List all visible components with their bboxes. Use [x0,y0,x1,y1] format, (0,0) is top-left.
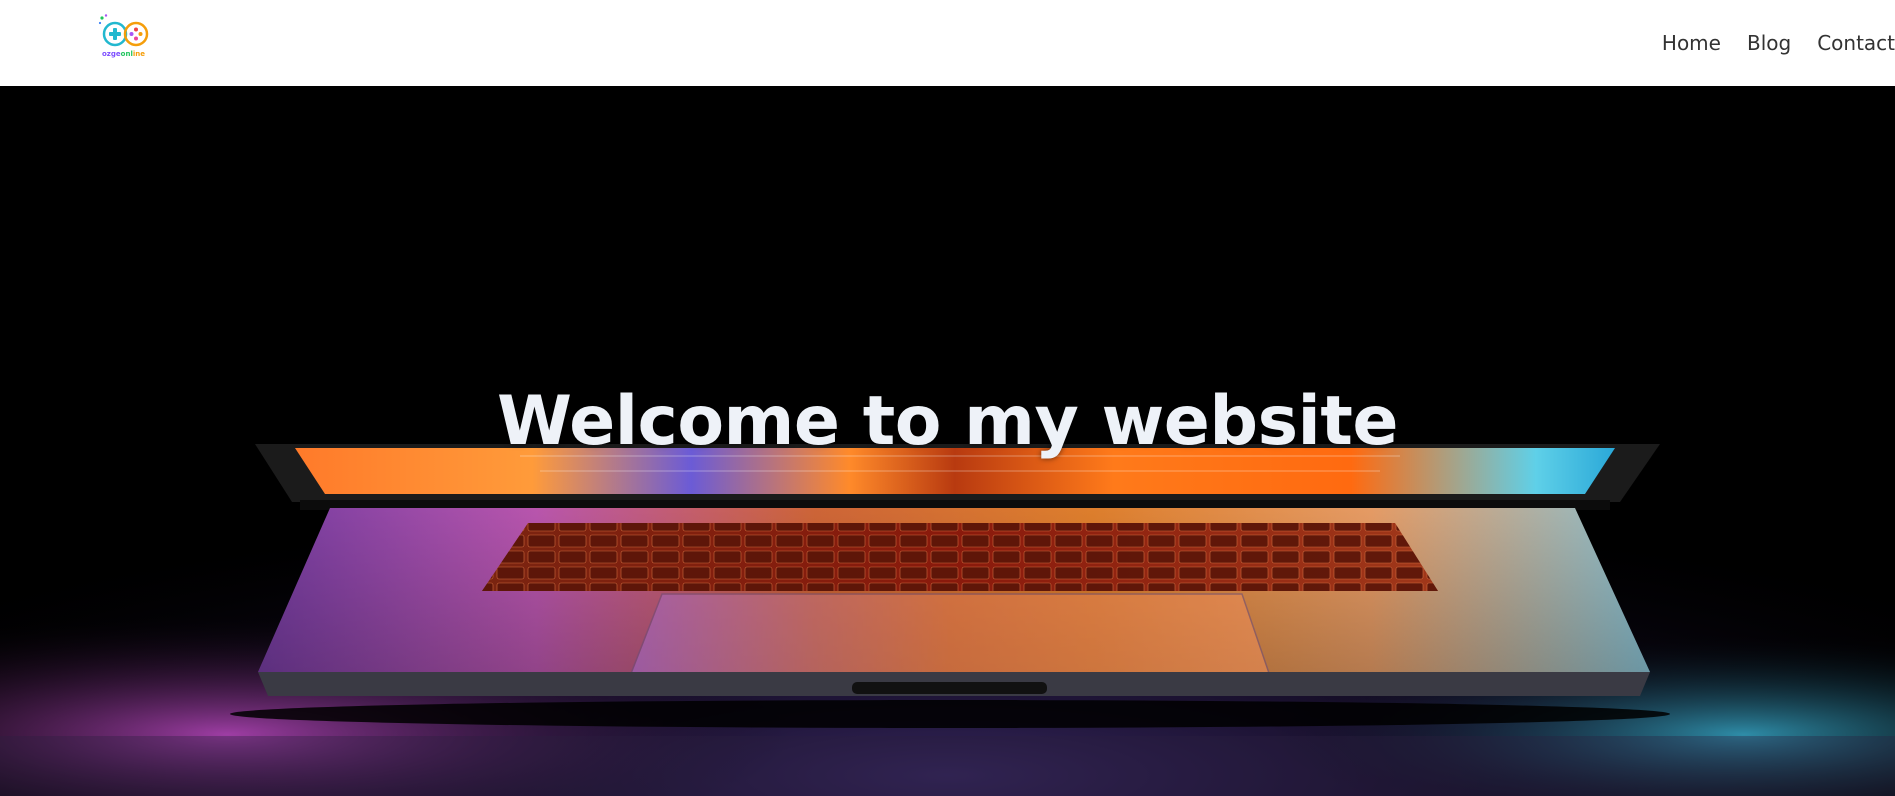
hero-title: Welcome to my website [497,382,1398,461]
gamepad-logo-icon [98,14,149,47]
logo-text-part-1: ozge [102,50,121,58]
nav-home-link[interactable]: Home [1662,31,1721,55]
nav-blog-link[interactable]: Blog [1747,31,1791,55]
logo-text-part-3: ine [132,50,145,58]
site-logo[interactable]: ozgeonline [98,14,152,60]
logo-text-part-2: onl [120,50,133,58]
main-nav: Home Blog Contact [1662,0,1895,86]
logo-text: ozgeonline [102,50,152,58]
nav-contact-link[interactable]: Contact [1817,31,1895,55]
hero-section: Welcome to my website [0,86,1895,796]
site-header: ozgeonline Home Blog Contact [0,0,1895,86]
